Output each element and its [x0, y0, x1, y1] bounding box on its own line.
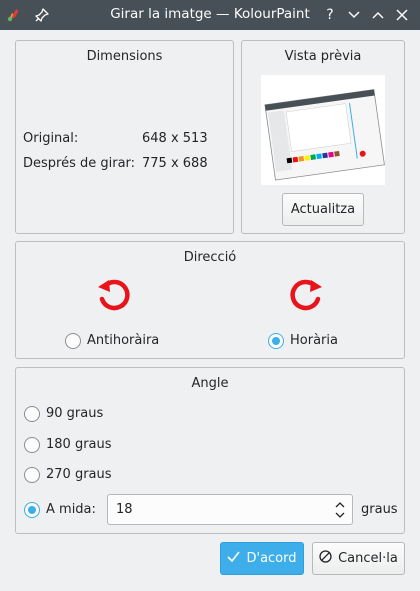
angle-180-radio[interactable] [24, 437, 40, 453]
cancel-icon [319, 550, 332, 567]
cancel-button[interactable]: Cancel·la [312, 542, 405, 575]
direction-title: Direcció [183, 250, 237, 265]
after-rotate-value: 775 x 688 [142, 156, 208, 171]
ok-label: D'acord [246, 551, 297, 566]
dimensions-title: Dimensions [86, 49, 163, 64]
angle-270-label[interactable]: 270 graus [46, 467, 112, 482]
title-bar[interactable]: Girar la imatge — KolourPaint ? [0, 0, 420, 30]
angle-custom-label[interactable]: A mida: [46, 502, 96, 517]
rotate-clockwise-icon[interactable] [286, 278, 324, 320]
angle-spinbox-value[interactable]: 18 [116, 502, 133, 517]
maximize-icon[interactable] [369, 6, 387, 24]
dimensions-group: Dimensions Original: 648 x 513 Després d… [15, 40, 234, 234]
rotate-counterclockwise-icon[interactable] [96, 278, 134, 320]
ok-button[interactable]: D'acord [220, 542, 304, 575]
angle-90-radio[interactable] [24, 406, 40, 422]
check-icon [227, 551, 241, 566]
clockwise-radio[interactable] [268, 333, 284, 349]
angle-180-label[interactable]: 180 graus [46, 437, 112, 452]
minimize-icon[interactable] [345, 6, 363, 24]
preview-image [261, 75, 385, 185]
original-label: Original: [23, 131, 79, 146]
update-preview-label: Actualitza [290, 202, 356, 217]
angle-title: Angle [191, 376, 229, 391]
counterclockwise-label[interactable]: Antihoràira [87, 333, 159, 348]
original-value: 648 x 513 [142, 131, 208, 146]
close-icon[interactable] [393, 6, 411, 24]
clockwise-label[interactable]: Horària [290, 333, 338, 348]
help-icon[interactable]: ? [321, 6, 339, 24]
preview-title: Vista prèvia [284, 49, 362, 64]
update-preview-button[interactable]: Actualitza [282, 193, 364, 226]
angle-spinbox[interactable]: 18 [107, 494, 353, 525]
cancel-label: Cancel·la [338, 551, 398, 566]
counterclockwise-radio[interactable] [65, 333, 81, 349]
spinbox-arrows-icon[interactable] [334, 499, 346, 521]
angle-90-label[interactable]: 90 graus [46, 406, 103, 421]
angle-270-radio[interactable] [24, 467, 40, 483]
angle-unit-label: graus [361, 502, 398, 517]
angle-custom-radio[interactable] [24, 502, 40, 518]
after-rotate-label: Després de girar: [23, 156, 136, 171]
